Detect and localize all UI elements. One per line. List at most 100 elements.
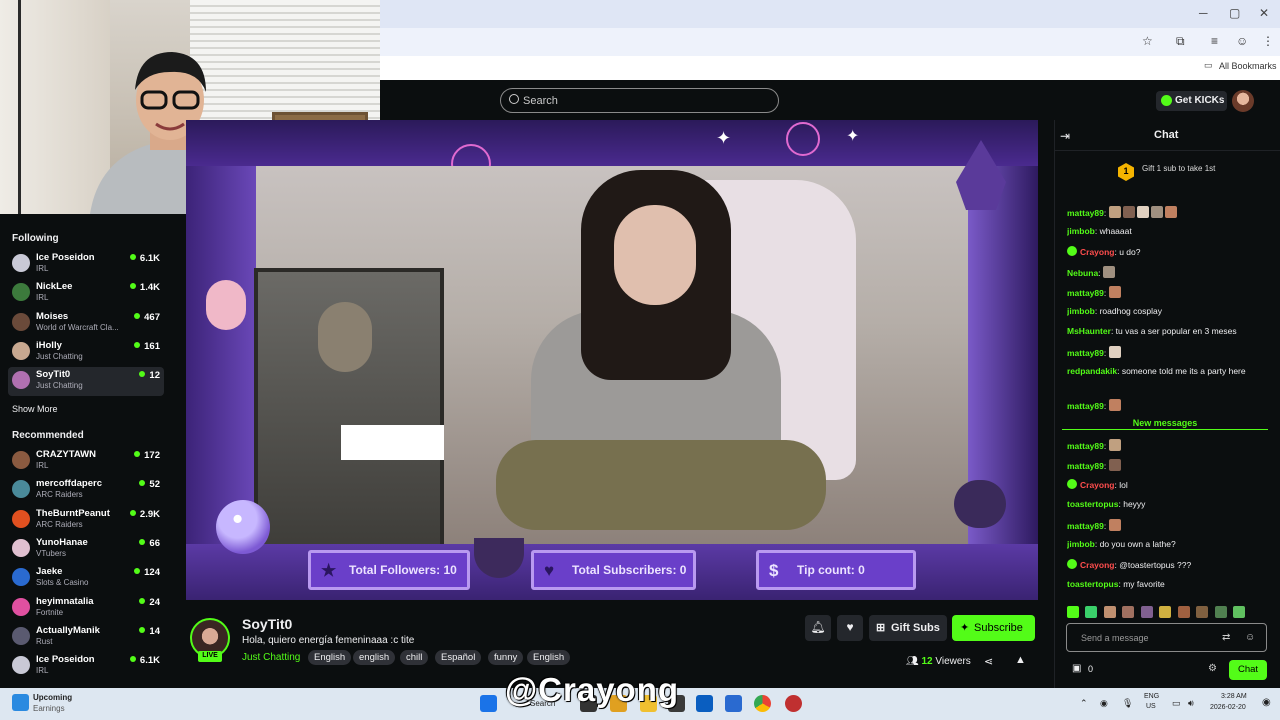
stream-tag[interactable]: Español — [435, 650, 482, 665]
chat-username[interactable]: mattay89 — [1067, 288, 1104, 298]
sidebar-channel[interactable]: mercoffdaperc ARC Raiders 52 — [8, 476, 164, 505]
menu-dots-icon[interactable]: ⋮ — [1262, 34, 1274, 48]
stream-tag[interactable]: English — [308, 650, 352, 665]
report-icon[interactable]: ▲ — [1015, 654, 1026, 666]
sidebar-channel[interactable]: CRAZYTAWN IRL 172 — [8, 447, 164, 476]
store-icon[interactable] — [696, 695, 713, 712]
emote-bar[interactable] — [1067, 603, 1267, 618]
chat-message[interactable]: mattay89: — [1067, 519, 1272, 531]
new-messages-divider[interactable]: New messages — [1062, 418, 1268, 430]
share-icon[interactable]: ⋖ — [984, 655, 993, 668]
network-icon[interactable]: ▭ — [1172, 698, 1181, 709]
show-more-link[interactable]: Show More — [12, 404, 58, 414]
chat-message[interactable]: toastertopus: heyyy — [1067, 499, 1272, 509]
chat-message[interactable]: mattay89: — [1067, 459, 1272, 471]
stream-tag[interactable]: funny — [488, 650, 524, 665]
tray-chevron-icon[interactable]: ⌃ — [1080, 698, 1088, 709]
maximize-button[interactable]: ▢ — [1229, 6, 1240, 20]
chat-message[interactable]: mattay89: — [1067, 439, 1272, 451]
clock-date[interactable]: 2026-02-20 — [1210, 704, 1246, 711]
chat-message[interactable]: mattay89: — [1067, 399, 1272, 411]
chat-username[interactable]: mattay89 — [1067, 208, 1104, 218]
streamer-name[interactable]: SoyTit0 — [242, 616, 292, 632]
chat-username[interactable]: Nebuna — [1067, 268, 1098, 278]
star-icon[interactable]: ☆ — [1142, 34, 1153, 48]
chat-message[interactable]: mattay89: — [1067, 346, 1272, 358]
chat-username[interactable]: redpandakik — [1067, 366, 1117, 376]
chat-message[interactable]: mattay89: — [1067, 206, 1272, 218]
chat-username[interactable]: toastertopus — [1067, 499, 1118, 509]
microphone-icon[interactable]: 🎙︎ — [1122, 698, 1133, 709]
sidebar-channel[interactable]: Ice Poseidon IRL 6.1K — [8, 652, 164, 681]
clock-time[interactable]: 3:28 AM — [1221, 693, 1247, 700]
extensions-icon[interactable]: ⧉ — [1176, 34, 1185, 49]
sidebar-channel[interactable]: Jaeke Slots & Casino 124 — [8, 564, 164, 593]
chat-username[interactable]: mattay89 — [1067, 401, 1104, 411]
chat-username[interactable]: jimbob — [1067, 306, 1095, 316]
chat-username[interactable]: mattay89 — [1067, 348, 1104, 358]
send-chat-button[interactable]: Chat — [1229, 660, 1267, 680]
sidebar-channel[interactable]: Moises World of Warcraft Cla... 467 — [8, 309, 164, 338]
minimize-button[interactable]: ─ — [1199, 6, 1208, 20]
language-indicator[interactable]: ENG — [1144, 693, 1159, 700]
sidebar-channel[interactable]: Ice Poseidon IRL 6.1K — [8, 250, 164, 279]
volume-icon[interactable]: 🔊︎ — [1188, 698, 1194, 709]
chat-message[interactable]: mattay89: — [1067, 286, 1272, 298]
chat-message[interactable]: Crayong: @toastertopus ??? — [1067, 559, 1272, 570]
stream-category[interactable]: Just Chatting — [242, 652, 300, 663]
chat-message[interactable]: jimbob: do you own a lathe? — [1067, 539, 1272, 549]
obs-icon[interactable] — [785, 695, 802, 712]
chat-username[interactable]: jimbob — [1067, 539, 1095, 549]
chat-username[interactable]: mattay89 — [1067, 461, 1104, 471]
chat-message[interactable]: redpandakik: someone told me its a party… — [1067, 366, 1272, 376]
chat-message-input[interactable]: Send a message — [1066, 623, 1267, 652]
chat-message[interactable]: jimbob: whaaaat — [1067, 226, 1272, 236]
chrome-icon[interactable] — [754, 695, 771, 712]
chat-settings-icon[interactable]: ⚙ — [1208, 663, 1217, 674]
chat-message[interactable]: Crayong: lol — [1067, 479, 1272, 490]
start-icon[interactable] — [480, 695, 497, 712]
search-input[interactable]: Search — [500, 88, 779, 113]
sidebar-channel[interactable]: iHolly Just Chatting 161 — [8, 338, 164, 367]
emoji-icon[interactable]: ☺ — [1245, 632, 1255, 643]
reading-list-icon[interactable]: ≡ — [1211, 34, 1218, 48]
chat-message[interactable]: Crayong: u do? — [1067, 246, 1272, 257]
chat-username[interactable]: mattay89 — [1067, 441, 1104, 451]
stream-tag[interactable]: chill — [400, 650, 429, 665]
follow-heart-button[interactable]: ♥ — [837, 615, 863, 641]
close-window-button[interactable]: ✕ — [1259, 6, 1269, 20]
stock-widget-icon[interactable] — [12, 694, 29, 711]
translate-icon[interactable]: ⇄ — [1222, 632, 1230, 643]
gift-leaderboard-banner[interactable]: Gift 1 sub to take 1st — [1118, 164, 1215, 173]
gift-subs-button[interactable]: ⊞ Gift Subs — [869, 615, 947, 641]
sidebar-channel[interactable]: ActuallyManik Rust 14 — [8, 623, 164, 652]
outlook-icon[interactable] — [725, 695, 742, 712]
tray-app-icon[interactable]: ◉ — [1100, 698, 1108, 709]
chat-username[interactable]: jimbob — [1067, 226, 1095, 236]
chat-message[interactable]: jimbob: roadhog cosplay — [1067, 306, 1272, 316]
chat-username[interactable]: Crayong — [1080, 480, 1114, 490]
chat-message[interactable]: Nebuna: — [1067, 266, 1272, 278]
chat-username[interactable]: Crayong — [1080, 247, 1114, 257]
collapse-chat-icon[interactable]: ⇥ — [1060, 129, 1070, 143]
notification-bell-button[interactable]: 🔔︎ — [805, 615, 831, 641]
stream-tag[interactable]: english — [353, 650, 396, 665]
sidebar-channel[interactable]: YunoHanae VTubers 66 — [8, 535, 164, 564]
profile-icon[interactable]: ☺ — [1236, 34, 1248, 48]
user-avatar[interactable] — [1232, 90, 1254, 112]
sidebar-channel[interactable]: NickLee IRL 1.4K — [8, 279, 164, 308]
video-player[interactable]: ✦ ✦ ★ Total Followers: 10 ♥ Total Subscrib… — [186, 120, 1038, 600]
stream-tag[interactable]: English — [527, 650, 571, 665]
sidebar-channel[interactable]: SoyTit0 Just Chatting 12 — [8, 367, 164, 397]
chat-username[interactable]: mattay89 — [1067, 521, 1104, 531]
chat-message[interactable]: MsHaunter: tu vas a ser popular en 3 mes… — [1067, 326, 1272, 336]
all-bookmarks-link[interactable]: All Bookmarks — [1219, 61, 1277, 71]
chat-username[interactable]: Crayong — [1080, 560, 1114, 570]
notifications-icon[interactable]: ◉ — [1262, 697, 1271, 708]
subscribe-button[interactable]: ✦ Subscribe — [952, 615, 1035, 641]
chat-username[interactable]: toastertopus — [1067, 579, 1118, 589]
sidebar-channel[interactable]: heyimnatalia Fortnite 24 — [8, 594, 164, 623]
chat-username[interactable]: MsHaunter — [1067, 326, 1111, 336]
chat-message[interactable]: toastertopus: my favorite — [1067, 579, 1272, 589]
sidebar-channel[interactable]: TheBurntPeanut ARC Raiders 2.9K — [8, 506, 164, 535]
